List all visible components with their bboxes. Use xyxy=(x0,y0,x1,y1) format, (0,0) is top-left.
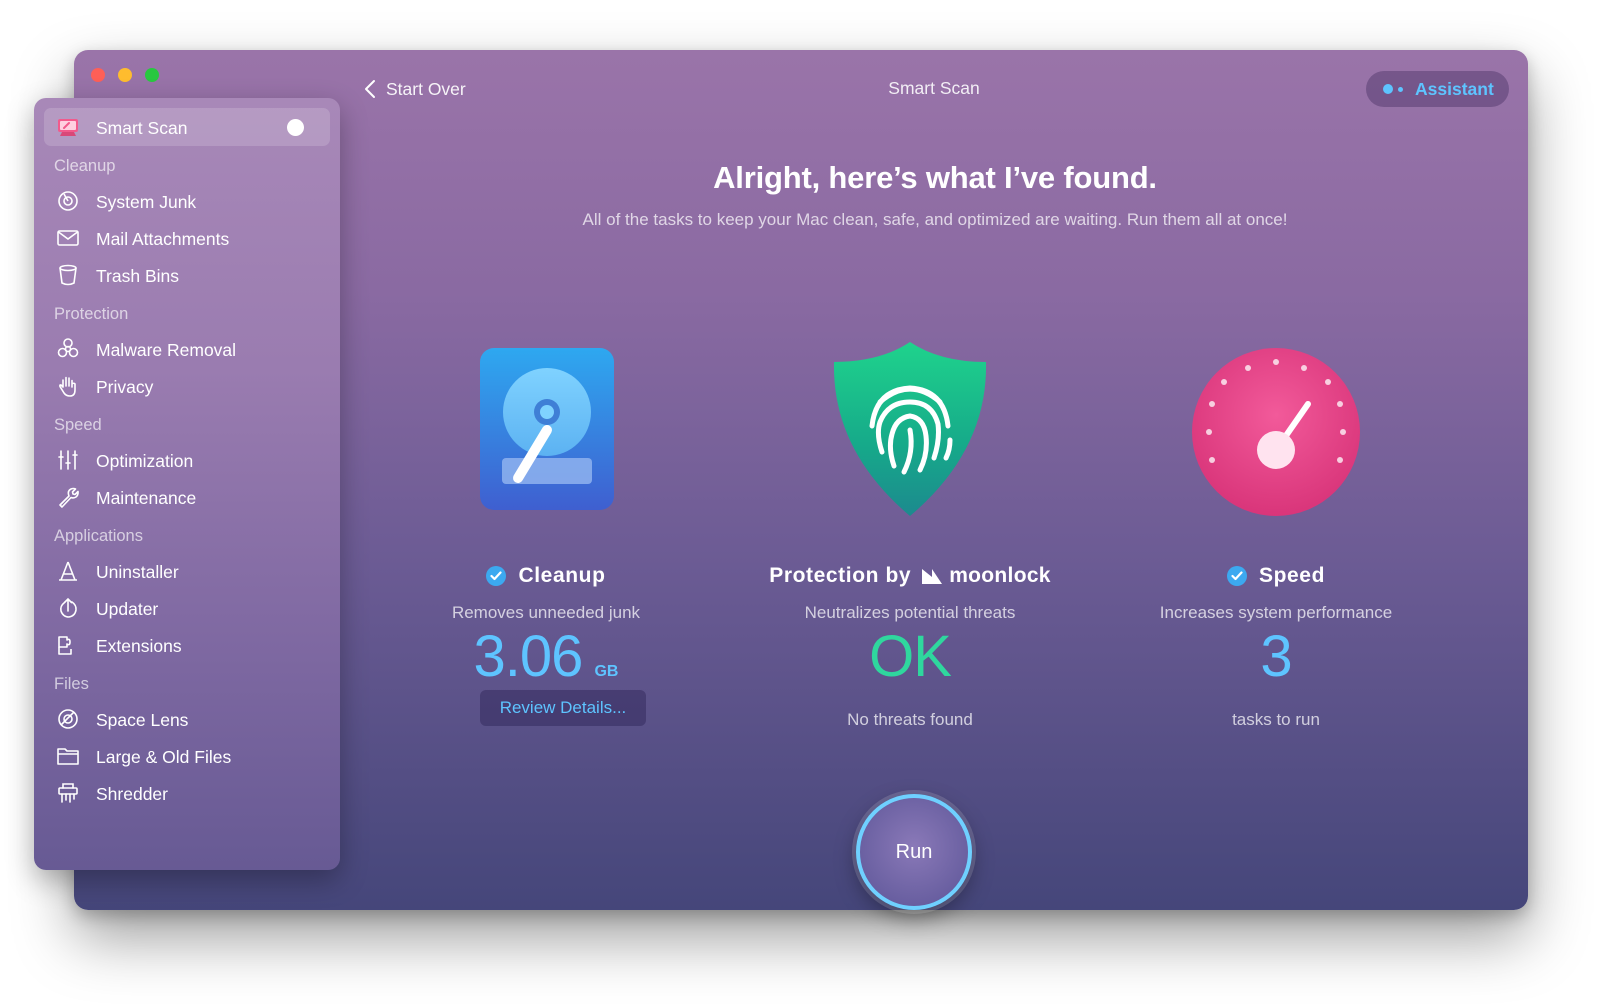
folder-icon xyxy=(56,744,80,768)
sidebar-item-optimization[interactable]: Optimization xyxy=(34,443,340,477)
sidebar-item-malware-removal[interactable]: Malware Removal xyxy=(34,332,340,366)
speed-card: Speed Increases system performance 3 tas… xyxy=(1096,340,1456,740)
sidebar-item-large-old-files[interactable]: Large & Old Files xyxy=(34,739,340,773)
page-subtitle: All of the tasks to keep your Mac clean,… xyxy=(582,210,1288,229)
start-over-label: Start Over xyxy=(386,78,466,99)
sidebar-item-label: Mail Attachments xyxy=(96,229,230,249)
speed-subtitle: Increases system performance xyxy=(1159,603,1393,622)
sidebar: Smart Scan Cleanup System Junk Mail Atta… xyxy=(34,98,340,870)
wrench-icon xyxy=(56,485,80,509)
smart-scan-icon xyxy=(56,115,80,139)
sidebar-item-label: Shredder xyxy=(96,784,168,804)
review-details-button[interactable]: Review Details... xyxy=(480,690,646,726)
protection-title: Protection by moonlock xyxy=(730,564,1090,588)
sidebar-item-system-junk[interactable]: System Junk xyxy=(34,184,340,218)
sidebar-item-label: System Junk xyxy=(96,192,197,212)
hard-drive-icon xyxy=(366,340,726,530)
fingerprint-shield-icon xyxy=(730,340,1090,530)
close-window-button[interactable] xyxy=(91,68,105,82)
speed-title: Speed xyxy=(1096,564,1456,588)
sidebar-item-label: Smart Scan xyxy=(96,118,188,138)
cleanup-size: 3.06 xyxy=(473,624,584,689)
assistant-button[interactable]: Assistant xyxy=(1366,71,1509,107)
sidebar-item-label: Uninstaller xyxy=(96,562,179,582)
sidebar-item-label: Updater xyxy=(96,599,159,619)
minimize-window-button[interactable] xyxy=(118,68,132,82)
sidebar-item-uninstaller[interactable]: Uninstaller xyxy=(34,554,340,588)
sidebar-item-mail-attachments[interactable]: Mail Attachments xyxy=(34,221,340,255)
protection-subtitle: Neutralizes potential threats xyxy=(804,603,1016,622)
assistant-dot-small-icon xyxy=(1398,86,1403,92)
biohazard-icon xyxy=(56,337,80,361)
shredder-icon xyxy=(56,781,80,805)
updater-icon xyxy=(56,596,80,620)
sidebar-section-cleanup: Cleanup xyxy=(54,157,116,175)
space-lens-icon xyxy=(56,707,80,731)
moonlock-brand: moonlock xyxy=(949,564,1051,587)
window-title: Smart Scan xyxy=(888,78,980,98)
cleanup-title: Cleanup xyxy=(366,564,726,588)
sidebar-item-label: Malware Removal xyxy=(96,340,237,360)
speed-title-label: Speed xyxy=(1258,564,1326,587)
sidebar-item-updater[interactable]: Updater xyxy=(34,591,340,625)
sidebar-item-label: Maintenance xyxy=(96,488,197,508)
uninstaller-icon xyxy=(56,559,80,583)
assistant-dot-icon xyxy=(1383,84,1393,94)
moonlock-logo: moonlock xyxy=(921,564,1051,588)
trash-icon xyxy=(56,263,80,287)
zoom-window-button[interactable] xyxy=(145,68,159,82)
checkmark-icon xyxy=(486,566,507,586)
sliders-icon xyxy=(56,448,80,472)
cleanup-card: Cleanup Removes unneeded junk 3.06 GB Rev… xyxy=(366,340,726,740)
sidebar-item-label: Large & Old Files xyxy=(96,747,232,767)
protection-status: OK xyxy=(869,624,952,689)
sidebar-item-shredder[interactable]: Shredder xyxy=(34,776,340,810)
sidebar-item-label: Optimization xyxy=(96,451,194,471)
sidebar-section-applications: Applications xyxy=(54,527,143,545)
cleanup-subtitle: Removes unneeded junk xyxy=(451,603,641,622)
assistant-label: Assistant xyxy=(1415,78,1494,99)
sidebar-item-extensions[interactable]: Extensions xyxy=(34,628,340,662)
run-button[interactable]: Run xyxy=(856,794,972,910)
checkmark-icon xyxy=(1226,566,1247,586)
sidebar-item-privacy[interactable]: Privacy xyxy=(34,369,340,403)
protection-title-label: Protection by xyxy=(769,564,912,587)
speedometer-icon xyxy=(1096,340,1456,530)
mail-icon xyxy=(56,226,80,250)
start-over-button[interactable]: Start Over xyxy=(364,76,466,102)
speed-note: tasks to run xyxy=(1232,710,1320,729)
system-junk-icon xyxy=(56,189,80,213)
sidebar-item-space-lens[interactable]: Space Lens xyxy=(34,702,340,736)
sidebar-item-label: Space Lens xyxy=(96,710,189,730)
hand-icon xyxy=(56,374,80,398)
scan-status-dot xyxy=(287,119,304,136)
moonlock-icon xyxy=(922,569,943,584)
sidebar-item-label: Trash Bins xyxy=(96,266,179,286)
protection-note: No threats found xyxy=(847,710,973,729)
chevron-left-icon xyxy=(365,80,375,98)
sidebar-item-trash-bins[interactable]: Trash Bins xyxy=(34,258,340,292)
cleanup-size-unit: GB xyxy=(594,663,619,680)
sidebar-item-label: Privacy xyxy=(96,377,154,397)
sidebar-section-files: Files xyxy=(54,675,89,693)
extensions-icon xyxy=(56,633,80,657)
sidebar-section-speed: Speed xyxy=(54,416,102,434)
sidebar-item-label: Extensions xyxy=(96,636,182,656)
sidebar-section-protection: Protection xyxy=(54,305,129,323)
cleanup-title-label: Cleanup xyxy=(518,564,606,587)
page-title: Alright, here’s what I’ve found. xyxy=(713,160,1157,195)
protection-card: Protection by moonlock Neutralizes poten… xyxy=(730,340,1090,740)
speed-task-count: 3 xyxy=(1260,624,1292,689)
sidebar-item-maintenance[interactable]: Maintenance xyxy=(34,480,340,514)
